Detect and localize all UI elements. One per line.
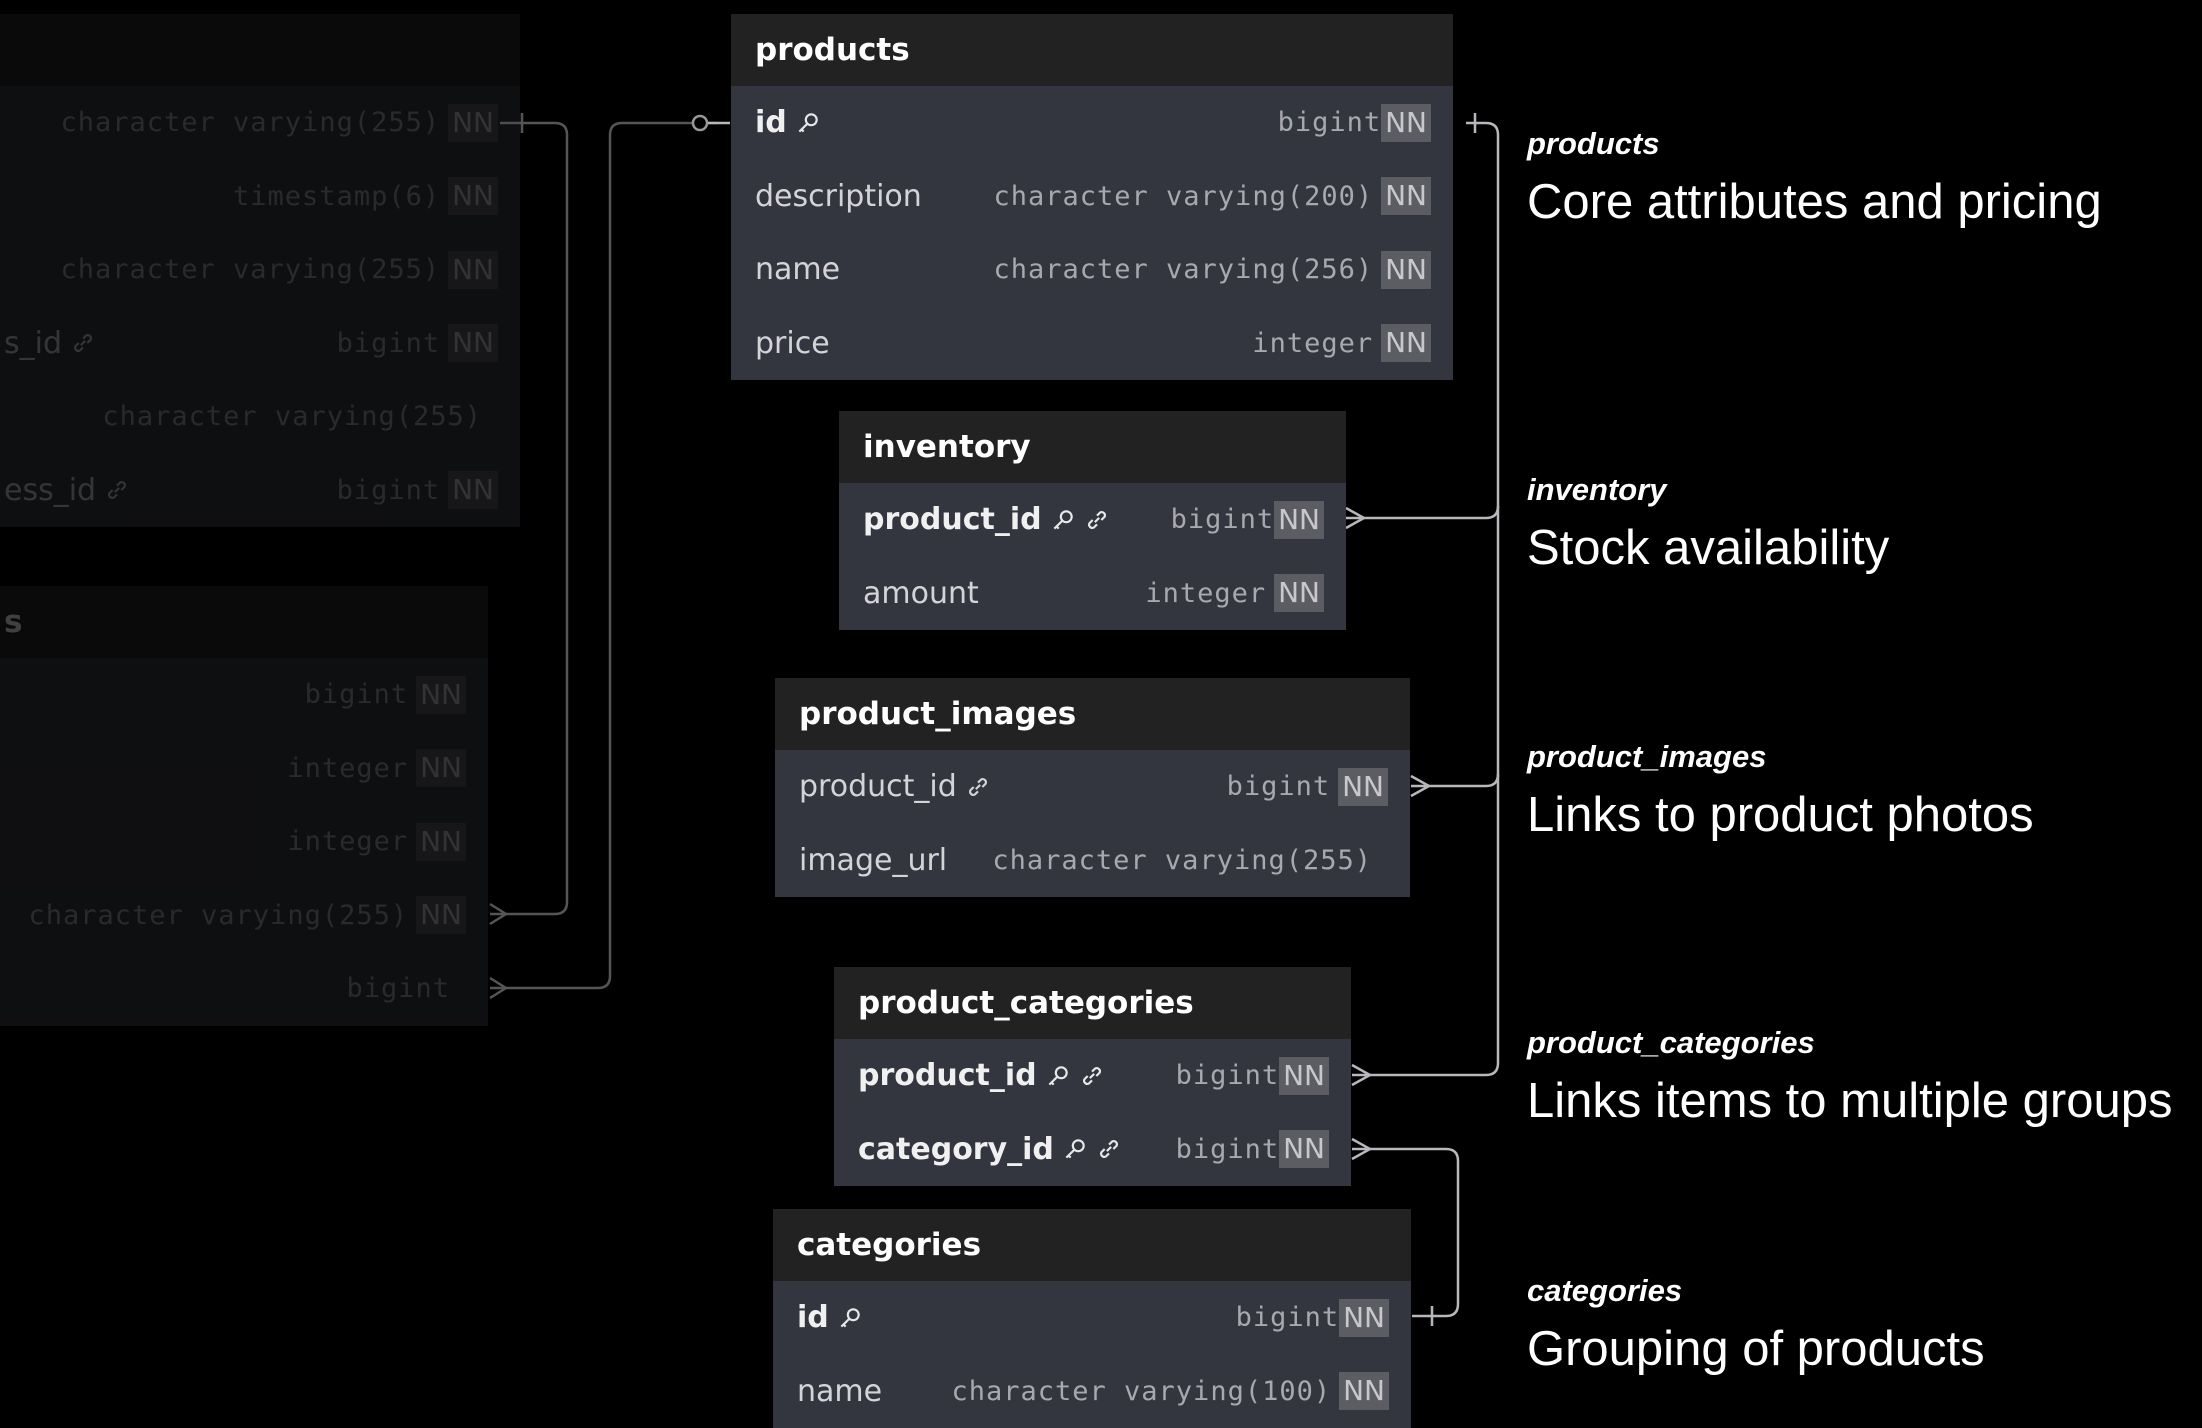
note-description: Links to product photos — [1527, 787, 2034, 843]
key-icon — [1062, 1136, 1088, 1162]
not-null-badge: NN — [1381, 177, 1431, 215]
link-icon — [1079, 1063, 1105, 1089]
key-icon — [1050, 507, 1076, 533]
table-row: bigintNN — [0, 658, 488, 732]
table-product-categories[interactable]: product_categories product_id bigintNN c… — [834, 967, 1351, 1186]
column-type: bigint — [1236, 1302, 1340, 1333]
table-row[interactable]: product_id bigintNN — [839, 483, 1346, 557]
column-type: bigint — [1176, 1060, 1280, 1091]
link-products-images — [1411, 506, 1498, 786]
note-inventory: inventory Stock availability — [1527, 472, 1889, 576]
table-header: s — [0, 586, 488, 658]
table-header[interactable]: inventory — [839, 411, 1346, 483]
not-null-badge: NN — [1279, 1130, 1329, 1168]
table-header[interactable]: product_images — [775, 678, 1410, 750]
table-row[interactable]: name character varying(100) NN — [773, 1355, 1411, 1428]
table-row[interactable]: product_id bigintNN — [775, 750, 1410, 824]
link-icon — [104, 477, 130, 503]
column-name: category_id — [858, 1132, 1054, 1167]
column-type: character varying(255) — [992, 845, 1372, 876]
column-type: character varying(256) — [993, 254, 1373, 285]
column-name: product_id — [858, 1058, 1037, 1093]
column-name: id — [797, 1300, 829, 1335]
note-description: Stock availability — [1527, 520, 1889, 576]
link-icon — [1096, 1136, 1122, 1162]
table-products[interactable]: products id bigintNN descriptioncharacte… — [731, 14, 1453, 380]
column-type: bigint — [1176, 1134, 1280, 1165]
table-row: character varying(255)NN — [0, 879, 488, 953]
note-description: Links items to multiple groups — [1527, 1073, 2172, 1129]
key-icon — [1045, 1063, 1071, 1089]
not-null-badge: NN — [1338, 768, 1388, 806]
note-title: products — [1527, 126, 2102, 162]
not-null-badge: NN — [1381, 324, 1431, 362]
column-type: character varying(200) — [993, 181, 1373, 212]
key-icon — [837, 1305, 863, 1331]
table-row[interactable]: description character varying(200) NN — [731, 160, 1453, 234]
table-row[interactable]: image_url character varying(255) — [775, 824, 1410, 898]
table-header[interactable]: product_categories — [834, 967, 1351, 1039]
note-categories: categories Grouping of products — [1527, 1273, 1985, 1377]
note-title: inventory — [1527, 472, 1889, 508]
column-name: name — [755, 252, 840, 287]
not-null-badge: NN — [1279, 1057, 1329, 1095]
note-title: categories — [1527, 1273, 1985, 1309]
column-type: bigint — [1278, 107, 1382, 138]
table-row[interactable]: name character varying(256) NN — [731, 233, 1453, 307]
column-type: bigint — [1171, 504, 1275, 535]
table-row[interactable]: amount integer NN — [839, 557, 1346, 631]
column-name: price — [755, 326, 830, 361]
column-name: name — [797, 1374, 882, 1409]
table-header[interactable]: categories — [773, 1209, 1411, 1281]
column-type: character varying(100) — [951, 1376, 1331, 1407]
not-null-badge: NN — [1274, 501, 1324, 539]
link-icon — [965, 774, 991, 800]
table-row: integerNN — [0, 805, 488, 879]
column-name: product_id — [863, 502, 1042, 537]
column-name: image_url — [799, 843, 947, 878]
table-row: ess_idbigintNN — [0, 454, 520, 528]
note-product-images: product_images Links to product photos — [1527, 739, 2034, 843]
note-description: Core attributes and pricing — [1527, 174, 2102, 230]
column-name: product_id — [799, 769, 957, 804]
column-name: id — [755, 105, 787, 140]
table-row: s_idbigintNN — [0, 307, 520, 381]
not-null-badge: NN — [1339, 1299, 1389, 1337]
note-products: products Core attributes and pricing — [1527, 126, 2102, 230]
not-null-badge: NN — [1381, 251, 1431, 289]
table-row[interactable]: id bigintNN — [731, 86, 1453, 160]
table-row[interactable]: category_id bigintNN — [834, 1113, 1351, 1187]
table-row[interactable]: price integer NN — [731, 307, 1453, 381]
table-row[interactable]: product_id bigintNN — [834, 1039, 1351, 1113]
faded-table-left: s bigintNN integerNN integerNN character… — [0, 586, 488, 1026]
column-type: bigint — [1227, 771, 1331, 802]
note-product-categories: product_categories Links items to multip… — [1527, 1025, 2172, 1129]
table-row: character varying(255) — [0, 380, 520, 454]
note-description: Grouping of products — [1527, 1321, 1985, 1377]
link-icon — [70, 330, 96, 356]
table-row: bigint — [0, 952, 488, 1026]
not-null-badge: NN — [1339, 1372, 1389, 1410]
table-row: character varying(255)NN — [0, 86, 520, 160]
not-null-badge: NN — [1274, 574, 1324, 612]
note-title: product_images — [1527, 739, 2034, 775]
table-row: character varying(255)NN — [0, 233, 520, 307]
column-name: description — [755, 179, 922, 214]
table-row[interactable]: id bigintNN — [773, 1281, 1411, 1355]
column-type: integer — [1145, 578, 1266, 609]
table-inventory[interactable]: inventory product_id bigintNN amountinte… — [839, 411, 1346, 630]
faded-table-top-left: character varying(255)NN timestamp(6)NN … — [0, 14, 520, 527]
link-icon — [1084, 507, 1110, 533]
note-title: product_categories — [1527, 1025, 2172, 1061]
table-header — [0, 14, 520, 86]
column-name: amount — [863, 576, 979, 611]
table-row: timestamp(6)NN — [0, 160, 520, 234]
key-icon — [795, 110, 821, 136]
table-row: integerNN — [0, 732, 488, 806]
table-product-images[interactable]: product_images product_id bigintNN image… — [775, 678, 1410, 897]
column-type: integer — [1252, 328, 1373, 359]
table-header[interactable]: products — [731, 14, 1453, 86]
table-categories[interactable]: categories id bigintNN namecharacter var… — [773, 1209, 1411, 1428]
not-null-badge: NN — [1381, 104, 1431, 142]
